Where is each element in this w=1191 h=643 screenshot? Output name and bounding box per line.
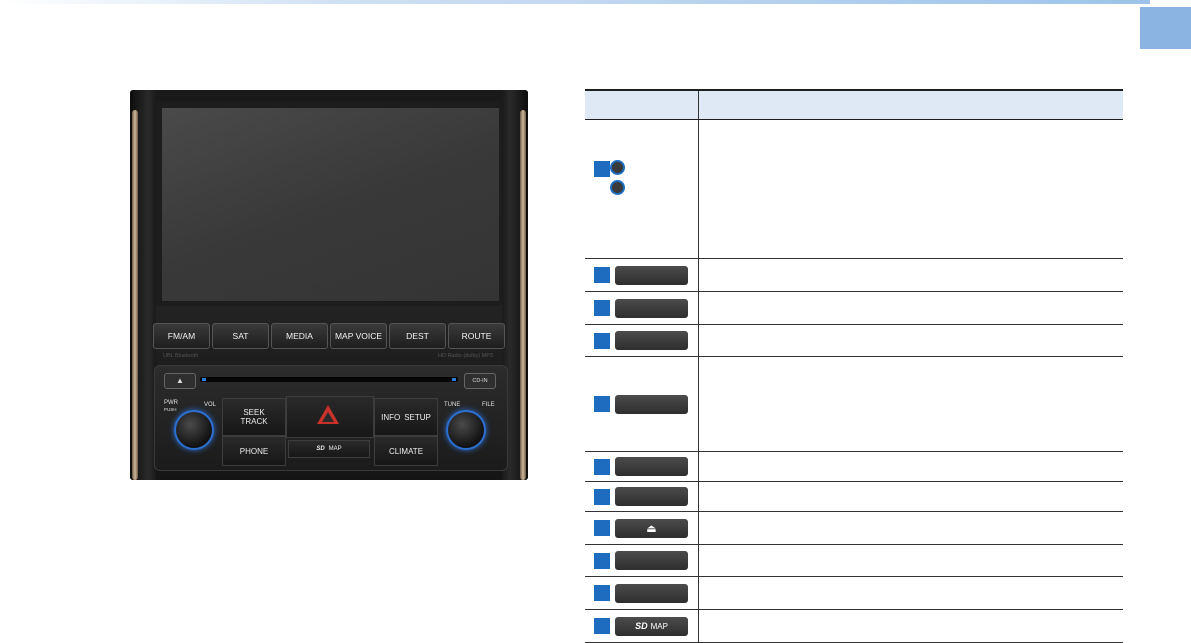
push-label: PUSH (164, 407, 177, 412)
button-pill (615, 551, 688, 570)
eject-icon: ⏏ (615, 518, 688, 538)
number-badge (594, 161, 610, 177)
button-description-table: ⏏ SD MAP (585, 89, 1123, 643)
number-badge (594, 458, 610, 475)
brand-left: UBL Bluetooth (163, 353, 199, 359)
phone-button: PHONE (222, 436, 286, 466)
knob-icons (610, 120, 650, 258)
table-row (585, 452, 1123, 482)
volume-knob (174, 410, 214, 450)
disc-slot (200, 377, 458, 382)
media-button: MEDIA (271, 323, 328, 349)
cd-in-button: CD-IN (464, 373, 496, 389)
info-setup-button: INFO SETUP (374, 398, 438, 436)
knob-icon (610, 160, 625, 175)
number-badge (594, 300, 610, 316)
hard-button-row: FM/AM SAT MEDIA MAP VOICE DEST ROUTE (153, 323, 505, 349)
button-pill (615, 583, 688, 603)
brand-right: HD Radio (dolby) MP3 (437, 353, 493, 359)
sat-button: SAT (212, 323, 269, 349)
table-row (585, 545, 1123, 577)
row-knobs-cell (585, 120, 698, 258)
slot-led-left (202, 378, 206, 381)
tune-label: TUNE (444, 402, 461, 408)
button-pill (615, 265, 688, 285)
slot-led-right (452, 378, 456, 381)
map-voice-button: MAP VOICE (330, 323, 387, 349)
table-row (585, 482, 1123, 512)
vol-label: VOL (204, 402, 217, 408)
sd-map-label: MAP (328, 446, 342, 452)
button-pill (615, 487, 688, 506)
setup-label: SETUP (404, 412, 431, 422)
display-screen (162, 108, 499, 301)
seek-label: SEEK (243, 408, 265, 417)
sd-logo: SD (635, 621, 648, 631)
knob-icon (610, 180, 625, 195)
pwr-label: PWR (164, 400, 178, 406)
sd-logo: SD (316, 446, 325, 452)
left-trim (132, 110, 138, 480)
number-badge (594, 488, 610, 505)
table-row (585, 259, 1123, 292)
table-row (585, 292, 1123, 325)
head-unit-photo: FM/AM SAT MEDIA MAP VOICE DEST ROUTE UBL… (130, 90, 528, 480)
brand-strip: UBL Bluetooth HD Radio (dolby) MP3 (163, 353, 493, 361)
number-badge (594, 585, 610, 601)
top-decorative-line (0, 0, 1150, 4)
button-pill (615, 298, 688, 318)
button-pill (615, 331, 688, 350)
table-row (585, 325, 1123, 357)
climate-button: CLIMATE (374, 436, 438, 466)
map-label: MAP (650, 621, 668, 631)
route-button: ROUTE (448, 323, 505, 349)
button-pill (615, 394, 688, 414)
info-label: INFO (381, 412, 401, 422)
page-corner-tab (1140, 7, 1191, 49)
hazard-icon-inner (322, 412, 334, 422)
dest-button: DEST (389, 323, 446, 349)
sd-map-slot: SD MAP (288, 440, 370, 458)
number-badge (594, 396, 610, 412)
table-row (585, 577, 1123, 610)
table-row (585, 357, 1123, 452)
header-divider (698, 91, 699, 119)
track-label: TRACK (240, 417, 268, 426)
number-badge (594, 267, 610, 283)
table-row: ⏏ (585, 512, 1123, 545)
table-header (585, 89, 1123, 120)
number-badge (594, 552, 610, 569)
button-pill (615, 457, 688, 476)
file-label: FILE (482, 402, 495, 408)
eject-button: ▲ (164, 373, 196, 389)
table-row: SD MAP (585, 610, 1123, 643)
table-row (585, 120, 1123, 259)
sd-map-pill: SD MAP (615, 616, 688, 636)
fm-am-button: FM/AM (153, 323, 210, 349)
number-badge (594, 332, 610, 349)
right-trim (520, 110, 526, 480)
number-badge (594, 520, 610, 536)
tune-knob (446, 410, 486, 450)
seek-track-button: SEEK TRACK (222, 398, 286, 436)
number-badge (594, 618, 610, 634)
